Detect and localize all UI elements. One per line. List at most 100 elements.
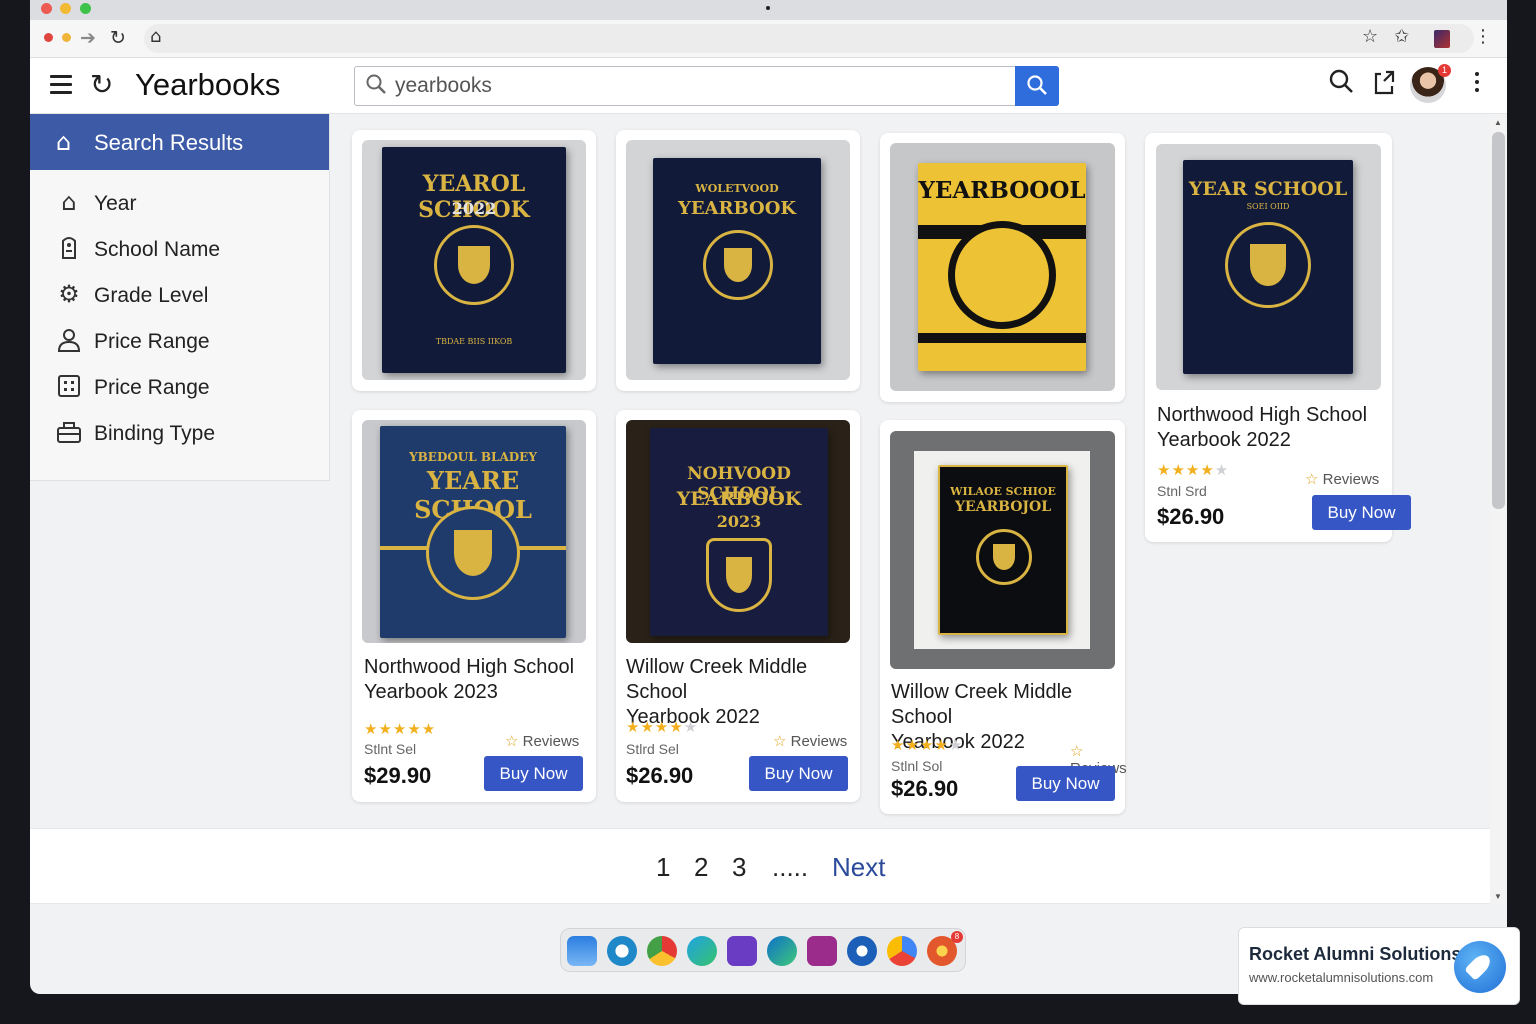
address-bar[interactable]: ⌂ ☆ ✩ ⋮ xyxy=(144,24,1492,53)
product-image[interactable]: WOLETVOOD YEARBOOK xyxy=(626,140,850,380)
sidebar-item-label: Price Range xyxy=(94,376,210,399)
star-outline-icon: ☆ xyxy=(1070,742,1084,760)
product-image[interactable]: YEAR SCHOOL SOEI OIID xyxy=(1156,144,1381,390)
crest-icon xyxy=(1225,222,1311,308)
maximize-window-button[interactable] xyxy=(80,3,91,14)
skype-app-icon[interactable] xyxy=(607,936,637,966)
product-card[interactable]: YEAR SCHOOL SOEI OIID Northwood High Sch… xyxy=(1145,133,1411,542)
product-image[interactable]: YBEDOUL BLADEY YEARE SCHOOL xyxy=(362,420,586,643)
sidebar-item-label: School Name xyxy=(94,238,221,261)
filter-sidebar: ⌂ Search Results ⌂ Year School Name ⚙ Gr… xyxy=(30,114,330,481)
gear-icon: ⚙ xyxy=(58,280,80,308)
browser-window: ➔ ↻ ⌂ ☆ ✩ ⋮ ↻ Yearbooks 1 xyxy=(30,0,1507,994)
scrollbar[interactable]: ▲ ▼ xyxy=(1490,116,1507,904)
edge-app-icon[interactable] xyxy=(687,936,717,966)
promo-url[interactable]: www.rocketalumnisolutions.com xyxy=(1249,970,1433,985)
buy-now-button[interactable]: Buy Now xyxy=(749,756,848,791)
product-image[interactable]: NOHVOOD SCHOOL YEARBOOK 2023 xyxy=(626,420,850,643)
next-page-link[interactable]: Next xyxy=(832,852,885,883)
star-outline-icon: ☆ xyxy=(1305,470,1319,488)
finder-app-icon[interactable] xyxy=(567,936,597,966)
product-image[interactable]: WILAOE SCHIOE YEARBOJOL xyxy=(890,431,1115,669)
grid-icon xyxy=(56,372,82,400)
cover-stripe xyxy=(918,333,1086,343)
more-options-icon[interactable] xyxy=(1475,72,1479,96)
reviews-link[interactable]: ☆ Reviews xyxy=(773,732,847,750)
app-header: ↻ Yearbooks 1 xyxy=(30,58,1507,114)
sidebar-item-binding-type[interactable]: Binding Type xyxy=(30,414,330,454)
product-image[interactable]: YEAROL SCHOOK 2022 TBDAE BIIS IIKOB xyxy=(362,140,586,380)
home-icon[interactable]: ⌂ xyxy=(150,25,161,49)
crest-icon xyxy=(948,221,1056,329)
close-window-button[interactable] xyxy=(41,3,52,14)
buy-now-button[interactable]: Buy Now xyxy=(1016,766,1115,801)
crest-icon xyxy=(703,230,773,300)
product-card[interactable]: YEARBOOOL xyxy=(880,133,1125,402)
sidebar-item-school-name[interactable]: School Name xyxy=(30,230,330,270)
promo-card[interactable]: Rocket Alumni Solutions www.rocketalumni… xyxy=(1238,927,1520,1005)
pocket-app-icon[interactable] xyxy=(727,936,757,966)
product-card[interactable]: YEAROL SCHOOK 2022 TBDAE BIIS IIKOB xyxy=(352,130,596,391)
page-3-link[interactable]: 3 xyxy=(732,852,746,883)
person-icon xyxy=(56,326,82,354)
scroll-down-icon[interactable]: ▼ xyxy=(1494,892,1502,901)
sidebar-item-price-range-2[interactable]: Price Range xyxy=(30,368,330,408)
product-card[interactable]: WILAOE SCHIOE YEARBOJOL Willow Creek Mid… xyxy=(880,420,1127,814)
product-card[interactable]: NOHVOOD SCHOOL YEARBOOK 2023 Willow Cree… xyxy=(616,410,860,802)
reviews-link[interactable]: ☆ Reviews xyxy=(505,732,579,750)
product-card[interactable]: WOLETVOOD YEARBOOK xyxy=(616,130,860,391)
dock-notification-badge: 8 xyxy=(951,931,963,943)
product-title[interactable]: Northwood High School Yearbook 2022 xyxy=(1157,403,1367,453)
sidebar-header[interactable]: ⌂ Search Results xyxy=(30,114,329,170)
extension-star-icon[interactable]: ✩ xyxy=(1394,25,1409,49)
seller-name: Stlrd Sel xyxy=(626,741,679,757)
buy-now-button[interactable]: Buy Now xyxy=(1312,495,1411,530)
yearbook-cover: YEARBOOOL xyxy=(918,163,1086,371)
sidebar-item-year[interactable]: ⌂ Year xyxy=(30,184,330,224)
product-image[interactable]: YEARBOOOL xyxy=(890,143,1115,391)
search-input[interactable] xyxy=(395,73,1005,99)
menu-icon[interactable] xyxy=(50,75,72,94)
reload-icon[interactable]: ↻ xyxy=(110,26,126,50)
sidebar-header-label: Search Results xyxy=(94,130,244,155)
reviews-link[interactable]: ☆ Reviews xyxy=(1305,470,1379,488)
profile-extension-icon[interactable] xyxy=(1434,30,1450,48)
buy-now-button[interactable]: Buy Now xyxy=(484,756,583,791)
header-search-icon[interactable] xyxy=(1328,68,1354,101)
scrollbar-thumb[interactable] xyxy=(1492,132,1505,509)
chrome-app-icon[interactable] xyxy=(647,936,677,966)
yearbook-cover: NOHVOOD SCHOOL YEARBOOK 2023 xyxy=(650,428,828,636)
safari-app-icon[interactable] xyxy=(847,936,877,966)
sidebar-item-price-range[interactable]: Price Range xyxy=(30,322,330,362)
browser-menu-icon[interactable]: ⋮ xyxy=(1474,25,1492,49)
sidebar-item-label: Grade Level xyxy=(94,284,209,307)
cover-title: YEARBOJOL xyxy=(954,499,1052,515)
red-dot-icon xyxy=(44,33,53,42)
promo-title: Rocket Alumni Solutions xyxy=(1249,944,1462,964)
price: $26.90 xyxy=(1157,504,1225,529)
star-outline-icon: ☆ xyxy=(505,732,519,750)
product-card[interactable]: YBEDOUL BLADEY YEARE SCHOOL Northwood Hi… xyxy=(352,410,596,802)
media-app-icon[interactable] xyxy=(807,936,837,966)
crest-icon xyxy=(976,529,1032,585)
cover-subtitle: SOEI OIID xyxy=(1246,202,1290,211)
share-icon[interactable] xyxy=(1372,68,1398,103)
cover-year: 2023 xyxy=(716,512,762,531)
minimize-window-button[interactable] xyxy=(60,3,71,14)
pagination: 1 2 3 ..... Next xyxy=(30,828,1490,904)
scroll-up-icon[interactable]: ▲ xyxy=(1494,118,1502,127)
star-rating: ★★★★★ xyxy=(891,736,964,754)
bookmark-star-icon[interactable]: ☆ xyxy=(1362,25,1378,49)
edge-browser-icon[interactable] xyxy=(767,936,797,966)
product-title-line2: Yearbook 2022 xyxy=(1157,429,1291,451)
sidebar-item-grade-level[interactable]: ⚙ Grade Level xyxy=(30,276,330,316)
seller-name: Stnl Srd xyxy=(1157,483,1207,499)
search-button[interactable] xyxy=(1015,66,1059,106)
chrome-alt-app-icon[interactable] xyxy=(887,936,917,966)
forward-arrow-icon[interactable]: ➔ xyxy=(80,26,96,50)
refresh-icon[interactable]: ↻ xyxy=(90,68,113,101)
reviews-label: Reviews xyxy=(1322,471,1380,488)
page-1-link[interactable]: 1 xyxy=(656,852,670,883)
page-2-link[interactable]: 2 xyxy=(694,852,708,883)
product-title[interactable]: Northwood High School Yearbook 2023 xyxy=(364,655,574,705)
